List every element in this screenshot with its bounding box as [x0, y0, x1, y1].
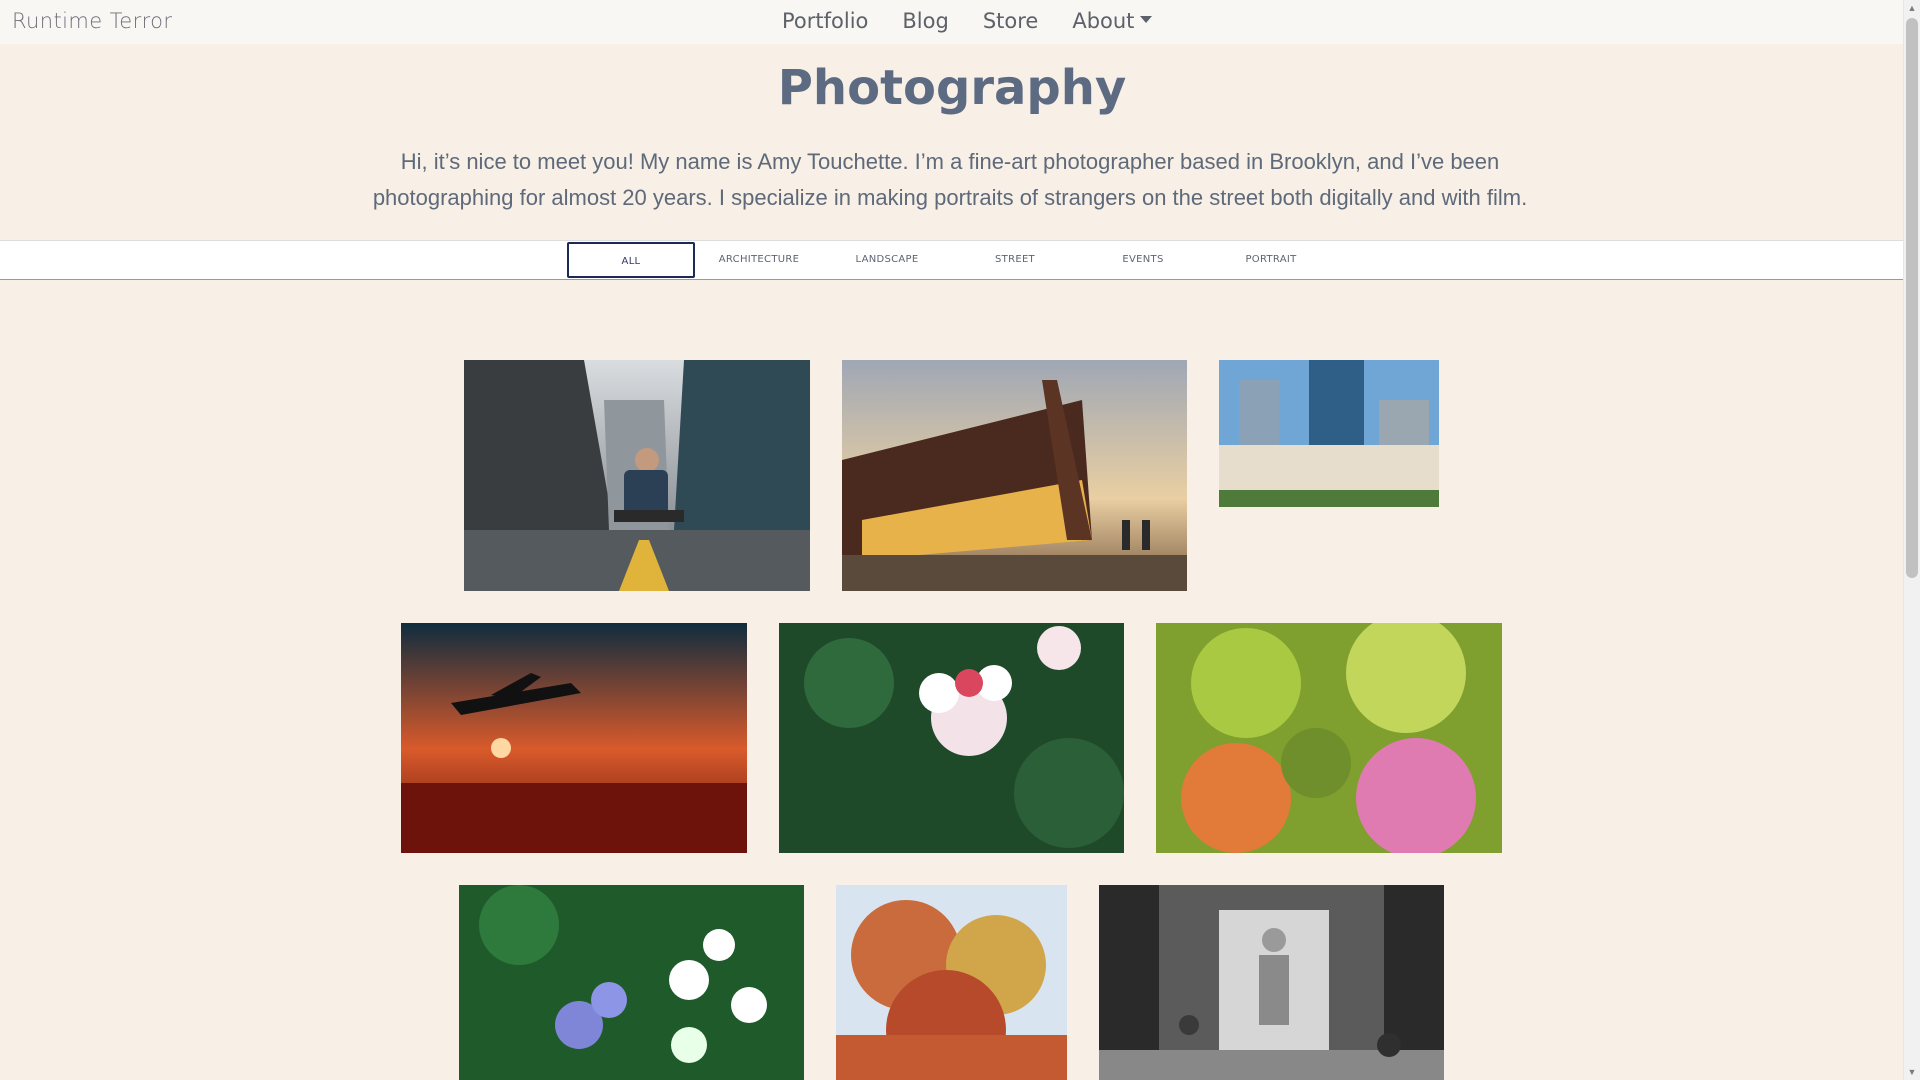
gallery-photo[interactable] [1219, 360, 1439, 507]
page-title: Photography [777, 60, 1127, 116]
gallery-photo[interactable] [779, 623, 1124, 853]
gallery-photo[interactable] [464, 360, 810, 591]
image-icon [836, 885, 1067, 1080]
gallery-photo[interactable] [401, 623, 747, 853]
filter-bar: ALL ARCHITECTURE LANDSCAPE STREET EVENTS… [0, 240, 1904, 280]
nav-about-dropdown[interactable]: About [1072, 9, 1153, 33]
intro-paragraph: Hi, it’s nice to meet you! My name is Am… [372, 149, 1528, 210]
filter-events[interactable]: EVENTS [1079, 242, 1207, 278]
gallery-photo[interactable] [1099, 885, 1444, 1080]
image-icon [1219, 360, 1439, 507]
filter-portrait[interactable]: PORTRAIT [1207, 242, 1335, 278]
image-icon [842, 360, 1187, 591]
gallery-photo[interactable] [1156, 623, 1502, 853]
gallery-photo[interactable] [836, 885, 1067, 1080]
scroll-up-icon[interactable]: ▲ [1904, 0, 1920, 16]
image-icon [779, 623, 1124, 853]
image-icon [464, 360, 810, 591]
nav-portfolio[interactable]: Portfolio [782, 9, 868, 33]
vertical-scrollbar[interactable]: ▲ ▼ [1903, 0, 1920, 1080]
filter-street[interactable]: STREET [951, 242, 1079, 278]
page: Runtime Terror Portfolio Blog Store Abou… [0, 0, 1920, 1080]
top-navbar: Runtime Terror Portfolio Blog Store Abou… [0, 0, 1904, 44]
nav-store[interactable]: Store [983, 9, 1039, 33]
filter-architecture[interactable]: ARCHITECTURE [695, 242, 823, 278]
nav-about[interactable]: About [1072, 9, 1134, 33]
image-icon [1099, 885, 1444, 1080]
filter-all[interactable]: ALL [567, 242, 695, 278]
gallery-photo[interactable] [459, 885, 804, 1080]
image-icon [459, 885, 804, 1080]
filter-landscape[interactable]: LANDSCAPE [823, 242, 951, 278]
scroll-down-icon[interactable]: ▼ [1904, 1064, 1920, 1080]
caret-down-icon [1140, 15, 1153, 23]
gallery-photo[interactable] [842, 360, 1187, 591]
nav-links: Portfolio Blog Store About [782, 9, 1153, 33]
brand-logo[interactable]: Runtime Terror [12, 9, 172, 33]
nav-blog[interactable]: Blog [902, 9, 948, 33]
scrollbar-thumb[interactable] [1906, 18, 1918, 578]
image-icon [401, 623, 747, 853]
image-icon [1156, 623, 1502, 853]
